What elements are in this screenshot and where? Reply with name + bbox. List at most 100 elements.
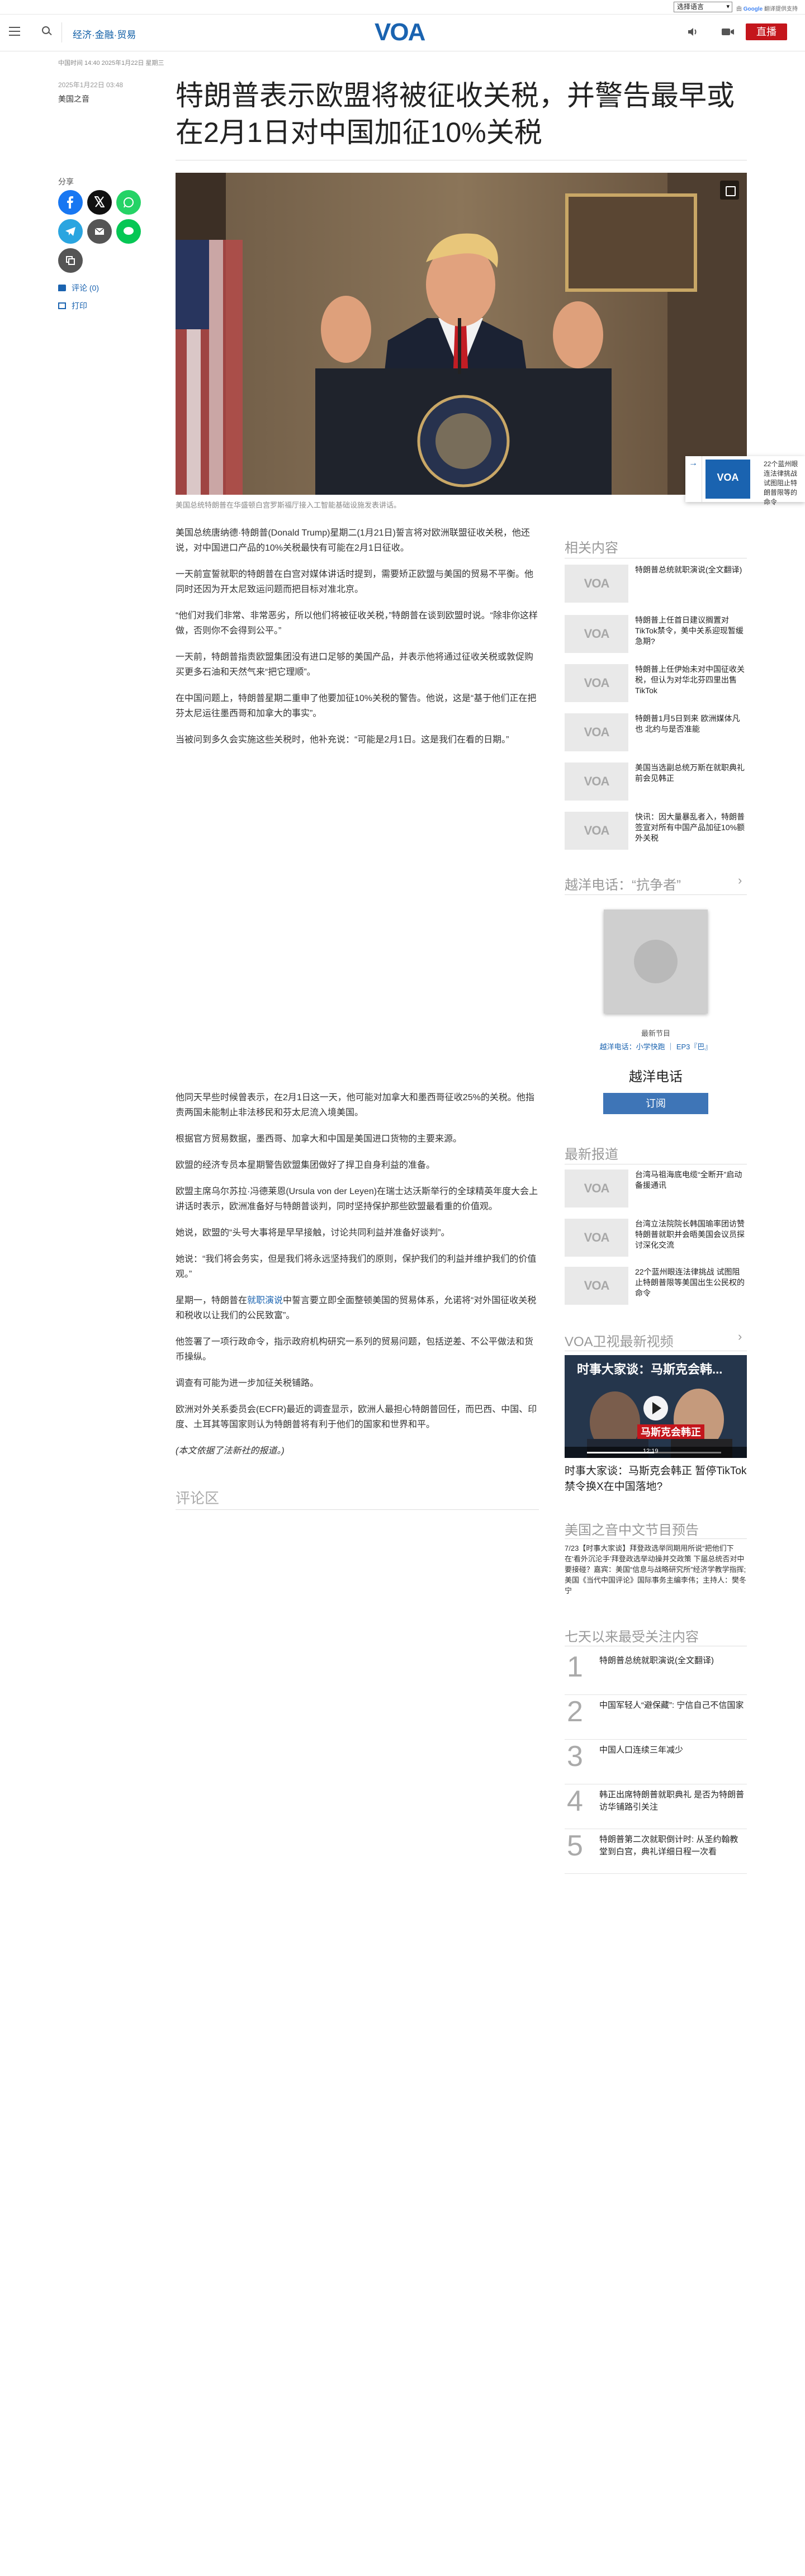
comments-heading: 评论区 xyxy=(176,1490,220,1507)
latest-item[interactable]: 台湾立法院院长韩国瑜率团访赞特朗普就职并会晤美国会议员探讨深化交流 xyxy=(565,1219,747,1258)
paragraph: 根据官方贸易数据，墨西哥、加拿大和中国是美国进口货物的主要来源。 xyxy=(176,1134,462,1144)
related-item-title: 快讯：因大量暴乱者入，特朗普签宣对所有中国产品加征10%额外关税 xyxy=(635,812,745,842)
paragraph: 她说：“我们将会务实，但是我们将永远坚持我们的原则，保护我们的利益并维护我们的价… xyxy=(176,1254,537,1279)
most-read-title: 韩正出席特朗普就职典礼 是否为特朗普访华铺路引关注 xyxy=(599,1790,745,1812)
language-select[interactable]: 选择语言 xyxy=(674,2,732,12)
most-read-title: 特朗普第二次就职倒计时: 从圣约翰教堂到白宫，典礼详细日程一次看 xyxy=(599,1835,738,1857)
search-icon[interactable] xyxy=(40,25,53,37)
rank-number: 1 xyxy=(567,1651,583,1683)
paragraph: 调查有可能为进一步加征关税铺路。 xyxy=(176,1379,319,1388)
thumbnail xyxy=(565,763,628,801)
header-divider xyxy=(61,22,62,42)
most-read-item[interactable]: 2 中国军轻人“避保藏”: 宁信自己不信国家 xyxy=(565,1695,747,1740)
voa-logo[interactable]: VOA xyxy=(375,20,425,45)
powered-prefix: 由 xyxy=(736,6,742,12)
podcast-heading[interactable]: 越洋电话：“抗争者” xyxy=(565,874,681,893)
email-icon xyxy=(94,228,105,235)
related-item[interactable]: 特朗普1月5日到来 欧洲媒体凡也 北约与是否准能 xyxy=(565,713,747,752)
whatsapp-share-button[interactable] xyxy=(116,190,141,215)
share-label: 分享 xyxy=(58,177,74,186)
floating-story-title: 22个蓝州眼连法律挑战 试图阻止特朗普限等的命令 xyxy=(764,460,798,506)
most-read-heading: 七天以来最受关注内容 xyxy=(565,1630,699,1645)
x-icon xyxy=(94,196,105,207)
thumbnail xyxy=(565,1219,628,1257)
most-read-item[interactable]: 4 韩正出席特朗普就职典礼 是否为特朗普访华铺路引关注 xyxy=(565,1784,747,1829)
rank-number: 3 xyxy=(567,1740,583,1773)
hero-image[interactable] xyxy=(176,173,747,495)
thumbnail xyxy=(565,664,628,702)
printer-icon xyxy=(58,302,66,309)
related-item[interactable]: 特朗普总统就职演说(全文翻译) xyxy=(565,565,747,604)
podcast-cover[interactable] xyxy=(604,910,708,1014)
facebook-share-button[interactable] xyxy=(58,190,83,215)
comments-link[interactable]: 评论 (0) xyxy=(58,282,99,293)
whatsapp-icon xyxy=(124,197,134,208)
menu-icon[interactable] xyxy=(9,27,20,37)
podcast-episode-link[interactable]: 越洋电话：小学快跑 ｜ EP3『巴』 xyxy=(565,1041,747,1052)
audio-icon[interactable] xyxy=(686,26,699,38)
author[interactable]: 美国之音 xyxy=(58,93,89,105)
latest-item[interactable]: 22个蓝州眼连法律挑战 试图阻止特朗普限等美国出生公民权的命令 xyxy=(565,1267,747,1306)
section-link[interactable]: 经济·金融·贸易 xyxy=(73,27,136,41)
paragraph: 欧洲对外关系委员会(ECFR)最近的调查显示，欧洲人最担心特朗普回任，而巴西、中… xyxy=(176,1405,537,1429)
related-item[interactable]: 快讯：因大量暴乱者入，特朗普签宣对所有中国产品加征10%额外关税 xyxy=(565,812,747,851)
x-share-button[interactable] xyxy=(87,190,112,215)
google-brand[interactable]: Google xyxy=(744,6,763,12)
comment-icon xyxy=(58,285,66,291)
latest-item-title: 22个蓝州眼连法律挑战 试图阻止特朗普限等美国出生公民权的命令 xyxy=(635,1267,745,1298)
video-heading[interactable]: VOA卫视最新视频 xyxy=(565,1330,674,1350)
thumbnail xyxy=(705,460,750,499)
paragraph: 当被问到多久会实施这些关税时，他补充说：“可能是2月1日。这是我们在看的日期。” xyxy=(176,735,509,745)
podcast-latest-label: 最新节目 xyxy=(641,1029,670,1038)
comments-divider xyxy=(176,1509,539,1510)
translate-bar: 选择语言 由 Google 翻译提供支持 xyxy=(0,0,805,15)
paragraph: 她说，欧盟的“头号大事将是早早接触，讨论共同利益并准备好谈判”。 xyxy=(176,1228,450,1238)
podcast-divider xyxy=(565,894,747,895)
rank-number: 4 xyxy=(567,1785,583,1817)
most-read-title: 中国人口连续三年减少 xyxy=(599,1745,684,1755)
thumbnail xyxy=(565,615,628,653)
copy-link-button[interactable] xyxy=(58,248,83,273)
comments-link-label: 评论 (0) xyxy=(72,283,99,292)
video-icon[interactable] xyxy=(721,27,735,37)
paragraph: 他同天早些时候曾表示，在2月1日这一天，他可能对加拿大和墨西哥征收25%的关税。… xyxy=(176,1093,534,1117)
preview-heading: 美国之音中文节目预告 xyxy=(565,1523,699,1538)
article-body-top: 美国总统唐纳德·特朗普(Donald Trump)星期二(1月21日)誓言将对欧… xyxy=(176,525,539,759)
latest-item[interactable]: 台湾马祖海底电缆“全断开”启动备援通讯 xyxy=(565,1169,747,1209)
article-body-bottom: 他同天早些时候曾表示，在2月1日这一天，他可能对加拿大和墨西哥征收25%的关税。… xyxy=(176,1090,539,1470)
paragraph: 在中国问题上，特朗普星期二重申了他要加征10%关税的警告。他说，这是“基于他们正… xyxy=(176,694,537,718)
video-player[interactable]: 时事大家谈：马斯克会韩... 马斯克会韩正 12:19 xyxy=(565,1355,747,1458)
related-item[interactable]: 特朗普上任伊始未对中国征收关税，但认为对华北芬四里出售TikTok xyxy=(565,664,747,703)
video-overlay-title: 时事大家谈：马斯克会韩... xyxy=(577,1362,723,1376)
arrow-right-icon[interactable] xyxy=(685,456,702,502)
most-read-item[interactable]: 3 中国人口连续三年减少 xyxy=(565,1740,747,1784)
print-link[interactable]: 打印 xyxy=(58,300,87,311)
fullscreen-icon[interactable] xyxy=(720,181,739,200)
most-read-item[interactable]: 1 特朗普总统就职演说(全文翻译) xyxy=(565,1650,747,1695)
copy-icon xyxy=(66,256,75,265)
subscribe-button[interactable]: 订阅 xyxy=(603,1093,708,1114)
most-read-title: 中国军轻人“避保藏”: 宁信自己不信国家 xyxy=(599,1701,744,1710)
most-read-item[interactable]: 5 特朗普第二次就职倒计时: 从圣约翰教堂到白宫，典礼详细日程一次看 xyxy=(565,1829,747,1874)
latest-item-title: 台湾立法院院长韩国瑜率团访赞特朗普就职并会晤美国会议员探讨深化交流 xyxy=(635,1219,745,1249)
publish-date: 2025年1月22日 03:48 xyxy=(58,81,124,89)
inaugural-speech-link[interactable]: 就职演说 xyxy=(247,1296,283,1305)
video-time: 12:19 xyxy=(643,1448,659,1455)
floating-story-card[interactable]: 22个蓝州眼连法律挑战 试图阻止特朗普限等的命令 xyxy=(685,456,805,506)
telegram-share-button[interactable] xyxy=(58,219,83,244)
paragraph: 星期一，特朗普在就职演说中誓言要立即全面整顿美国的贸易体系，允诺将“对外国征收关… xyxy=(176,1296,537,1320)
related-item-title: 美国当选副总统万斯在就职典礼前会见韩正 xyxy=(635,763,745,783)
line-share-button[interactable] xyxy=(116,219,141,244)
article-title: 特朗普表示欧盟将被征收关税，并警告最早或在2月1日对中国加征10%关税 xyxy=(176,80,735,148)
rank-number: 2 xyxy=(567,1696,583,1728)
chevron-right-icon[interactable]: › xyxy=(738,1329,742,1344)
related-item[interactable]: 特朗普上任首日建议搁置对TikTok禁令，美中关系迎现暂缓急期? xyxy=(565,615,747,654)
paragraph: 一天前，特朗普指责欧盟集团没有进口足够的美国产品，并表示他将通过征收关税或敦促购… xyxy=(176,652,534,677)
email-share-button[interactable] xyxy=(87,219,112,244)
live-button[interactable]: 直播 xyxy=(746,23,787,40)
chevron-right-icon[interactable]: › xyxy=(738,873,742,888)
video-title[interactable]: 时事大家谈：马斯克会韩正 暂停TikTok禁令换X在中国落地? xyxy=(565,1464,747,1495)
related-item[interactable]: 美国当选副总统万斯在就职典礼前会见韩正 xyxy=(565,763,747,802)
site-header: 经济·金融·贸易 VOA 直播 xyxy=(0,15,805,51)
dateline: 中国时间 14:40 2025年1月22日 星期三 xyxy=(58,60,164,67)
